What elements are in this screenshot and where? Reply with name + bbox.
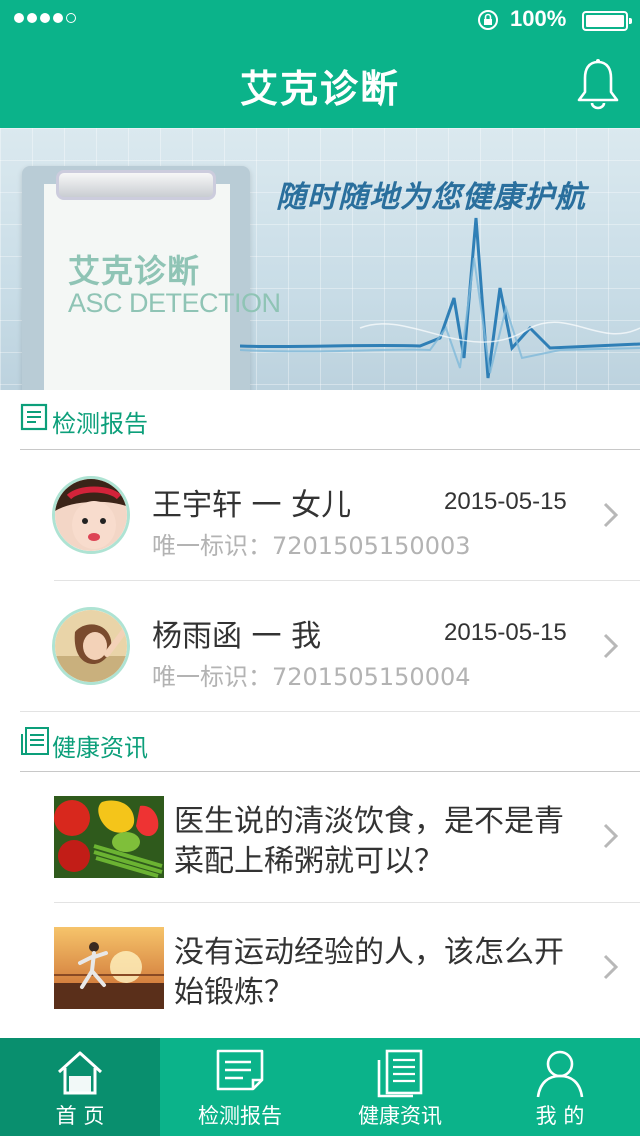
chevron-right-icon: [603, 823, 619, 849]
tab-home-label: 首 页: [55, 1104, 105, 1128]
navigation-bar: 100% 艾克诊断: [0, 0, 640, 128]
app-screen: 100% 艾克诊断 艾克诊断 ASC DETECTION 随时随地为您健康护航: [0, 0, 640, 1136]
tab-news[interactable]: 健康资讯: [320, 1038, 480, 1136]
avatar: [52, 607, 130, 685]
chevron-right-icon: [603, 502, 619, 528]
report-row[interactable]: 杨雨函 一 我 2015-05-15 唯一标识：7201505150004: [0, 581, 640, 711]
avatar: [52, 476, 130, 554]
battery-percent: 100%: [510, 6, 567, 31]
bottom-tab-bar: 首 页 检测报告 健康资讯 我 的: [0, 1038, 640, 1136]
home-icon: [57, 1051, 103, 1095]
banner-brand-cn: 艾克诊断: [68, 252, 201, 290]
news-list-icon: [21, 727, 49, 755]
news-title: 医生说的清淡饮食，是不是青菜配上稀粥就可以？: [174, 804, 564, 879]
battery-icon: [582, 11, 632, 31]
status-bar: 100%: [0, 0, 640, 40]
signal-strength-icon: [14, 13, 76, 23]
report-unique-id: 唯一标识：7201505150003: [152, 532, 471, 560]
chevron-right-icon: [603, 954, 619, 980]
report-icon: [216, 1049, 264, 1091]
tab-profile-label: 我 的: [535, 1104, 585, 1128]
tab-reports[interactable]: 检测报告: [160, 1038, 320, 1136]
divider: [20, 711, 640, 712]
report-unique-id: 唯一标识：7201505150004: [152, 663, 471, 691]
report-list-icon: [20, 403, 48, 431]
news-item[interactable]: 没有运动经验的人，该怎么开始锻炼？: [0, 903, 640, 1033]
rotation-lock-icon: [478, 10, 498, 30]
page-title: 艾克诊断: [239, 67, 400, 111]
heartbeat-line-graphic: [240, 217, 640, 379]
report-date: 2015-05-15: [444, 619, 567, 646]
report-member-name: 杨雨函 一 我: [152, 619, 322, 654]
tab-home[interactable]: 首 页: [0, 1038, 160, 1136]
report-member-name: 王宇轩 一 女儿: [152, 488, 352, 523]
news-title: 没有运动经验的人，该怎么开始锻炼？: [174, 935, 564, 1010]
report-date: 2015-05-15: [444, 488, 567, 515]
news-icon: [377, 1049, 423, 1098]
news-item[interactable]: 医生说的清淡饮食，是不是青菜配上稀粥就可以？: [0, 772, 640, 902]
news-thumbnail-runner: [54, 927, 164, 1009]
tab-profile[interactable]: 我 的: [480, 1038, 640, 1136]
chevron-right-icon: [603, 633, 619, 659]
user-icon: [536, 1050, 584, 1098]
reports-section-header[interactable]: 检测报告: [0, 390, 640, 448]
report-row[interactable]: 王宇轩 一 女儿 2015-05-15 唯一标识：7201505150003: [0, 450, 640, 580]
tab-news-label: 健康资讯: [358, 1104, 442, 1128]
reports-section-title: 检测报告: [52, 410, 148, 438]
news-thumbnail-vegetables: [54, 796, 164, 878]
promo-banner[interactable]: 艾克诊断 ASC DETECTION 随时随地为您健康护航: [0, 128, 640, 390]
news-section-header[interactable]: 健康资讯: [0, 714, 640, 772]
tab-reports-label: 检测报告: [198, 1104, 282, 1128]
news-section-title: 健康资讯: [52, 734, 148, 762]
bell-icon[interactable]: [574, 58, 622, 110]
